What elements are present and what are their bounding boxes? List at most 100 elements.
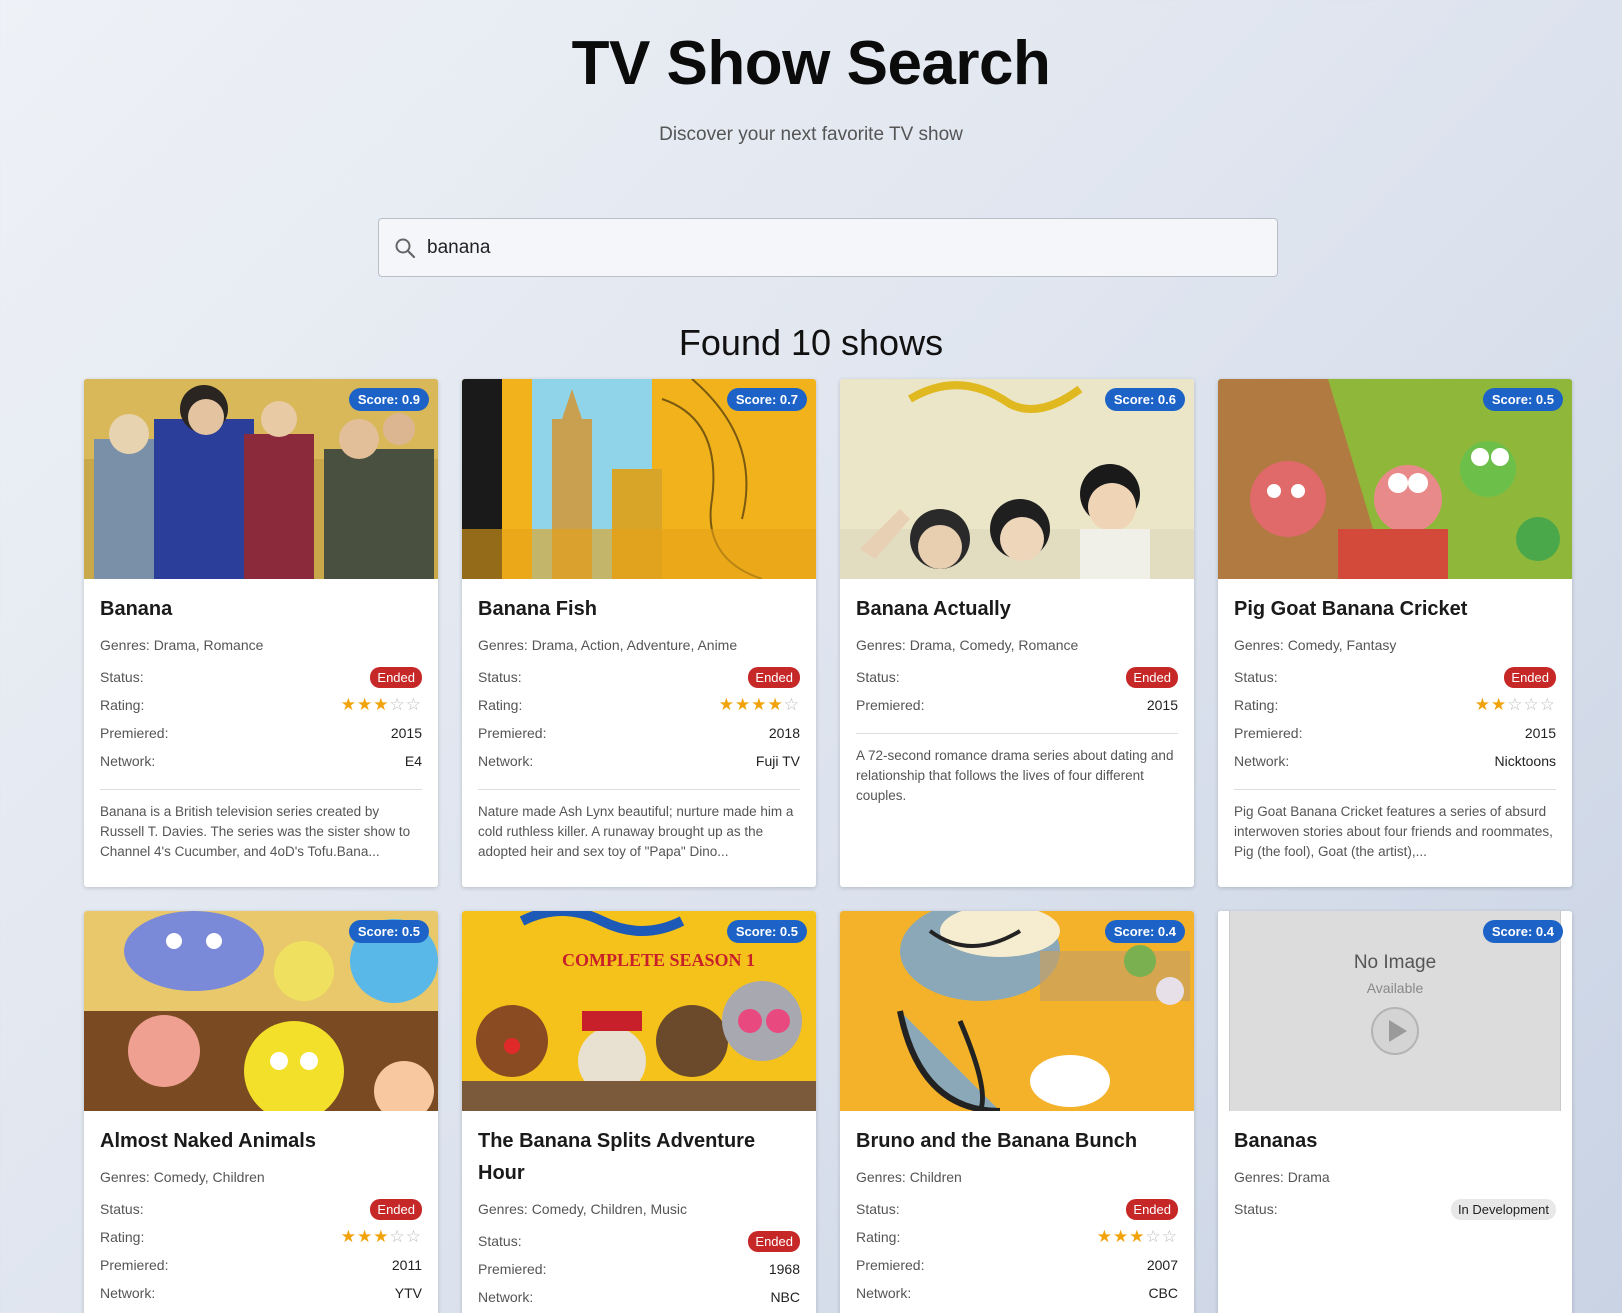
score-badge: Score: 0.7 xyxy=(726,388,807,411)
show-card[interactable]: No Image Available Score: 0.4 Bananas Ge… xyxy=(1218,911,1572,1313)
show-poster[interactable]: No Image Available Score: 0.4 xyxy=(1218,911,1572,1111)
show-title[interactable]: Banana xyxy=(100,593,422,625)
status-badge: Ended xyxy=(748,666,800,688)
search-box[interactable] xyxy=(378,218,1278,277)
premiered-value: 2015 xyxy=(1524,725,1556,741)
status-badge: Ended xyxy=(370,666,422,688)
status-row: Status: Ended xyxy=(856,1195,1178,1223)
divider xyxy=(856,733,1178,734)
show-genres: Genres: Comedy, Children, Music xyxy=(478,1201,688,1217)
premiered-row: Premiered: 2015 xyxy=(100,719,422,747)
premiered-value: 2015 xyxy=(390,725,422,741)
score-badge: Score: 0.5 xyxy=(726,920,807,943)
status-label: Status: xyxy=(100,1201,144,1217)
status-badge: Ended xyxy=(1126,666,1178,688)
premiered-row: Premiered: 1968 xyxy=(478,1255,800,1283)
status-label: Status: xyxy=(1234,669,1278,685)
page-subtitle: Discover your next favorite TV show xyxy=(659,124,963,145)
premiered-label: Premiered: xyxy=(100,725,169,741)
premiered-label: Premiered: xyxy=(856,697,925,713)
rating-row: Rating: ★★☆☆☆ xyxy=(1234,691,1556,719)
premiered-value: 2011 xyxy=(391,1257,422,1273)
rating-stars: ★★★★☆ xyxy=(718,695,800,714)
status-row: Status: Ended xyxy=(478,663,800,691)
rating-label: Rating: xyxy=(100,1229,145,1245)
show-title[interactable]: Pig Goat Banana Cricket xyxy=(1234,593,1556,625)
divider xyxy=(1234,789,1556,790)
rating-stars: ★★★☆☆ xyxy=(1096,1227,1178,1246)
show-genres: Genres: Drama, Action, Adventure, Anime xyxy=(478,637,738,653)
network-label: Network: xyxy=(478,753,534,769)
network-label: Network: xyxy=(1234,753,1290,769)
status-badge: Ended xyxy=(370,1198,422,1220)
score-badge: Score: 0.6 xyxy=(1104,388,1185,411)
show-card[interactable]: Score: 0.5 Pig Goat Banana Cricket Genre… xyxy=(1218,379,1572,887)
show-title[interactable]: Banana Actually xyxy=(856,593,1178,625)
rating-stars: ★★☆☆☆ xyxy=(1474,695,1556,714)
premiered-label: Premiered: xyxy=(100,1257,169,1273)
page-title: TV Show Search xyxy=(571,29,1051,98)
show-poster[interactable]: Score: 0.6 xyxy=(840,379,1194,579)
rating-stars: ★★★☆☆ xyxy=(340,1227,422,1246)
status-label: Status: xyxy=(856,1201,900,1217)
score-badge: Score: 0.9 xyxy=(348,388,429,411)
network-value: YTV xyxy=(394,1285,422,1301)
divider xyxy=(478,789,800,790)
status-row: Status: In Development xyxy=(1234,1195,1556,1223)
rating-stars: ★★★☆☆ xyxy=(340,695,422,714)
show-card[interactable]: Score: 0.6 Banana Actually Genres: Drama… xyxy=(840,379,1194,887)
search-icon xyxy=(395,238,416,258)
premiered-row: Premiered: 2007 xyxy=(856,1251,1178,1279)
status-label: Status: xyxy=(856,669,900,685)
show-poster[interactable]: Score: 0.5 xyxy=(1218,379,1572,579)
network-value: Nicktoons xyxy=(1494,753,1556,769)
show-title[interactable]: Bananas xyxy=(1234,1125,1556,1157)
premiered-value: 2015 xyxy=(1146,697,1178,713)
show-title[interactable]: Banana Fish xyxy=(478,593,800,625)
rating-label: Rating: xyxy=(100,697,145,713)
status-label: Status: xyxy=(478,1233,522,1249)
network-row: Network: YTV xyxy=(100,1279,422,1307)
network-label: Network: xyxy=(100,753,156,769)
show-card[interactable]: Score: 0.4 Bruno and the Banana Bunch Ge… xyxy=(840,911,1194,1313)
show-poster[interactable]: Score: 0.4 xyxy=(840,911,1194,1111)
status-label: Status: xyxy=(1234,1201,1278,1217)
no-image-title: No Image xyxy=(1353,952,1437,973)
premiered-value: 2018 xyxy=(768,725,800,741)
premiered-label: Premiered: xyxy=(478,1261,547,1277)
premiered-value: 2007 xyxy=(1146,1257,1178,1273)
network-row: Network: NBC xyxy=(478,1283,800,1311)
search-input[interactable] xyxy=(427,236,1247,259)
network-label: Network: xyxy=(100,1285,156,1301)
show-title[interactable]: Bruno and the Banana Bunch xyxy=(856,1125,1178,1157)
show-poster[interactable]: Score: 0.7 xyxy=(462,379,816,579)
show-card[interactable]: COMPLETE SEASON 1 Score: 0.5 The Banana … xyxy=(462,911,816,1313)
show-poster[interactable]: Score: 0.9 xyxy=(84,379,438,579)
show-title[interactable]: Almost Naked Animals xyxy=(100,1125,422,1157)
show-title[interactable]: The Banana Splits Adventure Hour xyxy=(478,1125,800,1189)
status-badge: Ended xyxy=(748,1230,800,1252)
status-badge: Ended xyxy=(1504,666,1556,688)
network-row: Network: E4 xyxy=(100,747,422,775)
show-poster[interactable]: Score: 0.5 xyxy=(84,911,438,1111)
show-description: Pig Goat Banana Cricket features a serie… xyxy=(1234,804,1553,859)
show-card[interactable]: Score: 0.7 Banana Fish Genres: Drama, Ac… xyxy=(462,379,816,887)
show-genres: Genres: Drama, Romance xyxy=(100,637,264,653)
network-label: Network: xyxy=(478,1289,534,1305)
status-row: Status: Ended xyxy=(478,1227,800,1255)
show-genres: Genres: Drama xyxy=(1234,1169,1330,1185)
show-card[interactable]: Score: 0.9 Banana Genres: Drama, Romance… xyxy=(84,379,438,887)
status-badge: Ended xyxy=(1126,1198,1178,1220)
network-row: Network: CBC xyxy=(856,1279,1178,1307)
status-row: Status: Ended xyxy=(856,663,1178,691)
show-genres: Genres: Comedy, Children xyxy=(100,1169,265,1185)
rating-row: Rating: ★★★☆☆ xyxy=(856,1223,1178,1251)
show-poster[interactable]: COMPLETE SEASON 1 Score: 0.5 xyxy=(462,911,816,1111)
show-card[interactable]: Score: 0.5 Almost Naked Animals Genres: … xyxy=(84,911,438,1313)
status-row: Status: Ended xyxy=(1234,663,1556,691)
network-row: Network: Nicktoons xyxy=(1234,747,1556,775)
poster-text: COMPLETE SEASON 1 xyxy=(562,950,755,970)
rating-label: Rating: xyxy=(478,697,523,713)
show-genres: Genres: Children xyxy=(856,1169,962,1185)
network-row: Network: Fuji TV xyxy=(478,747,800,775)
